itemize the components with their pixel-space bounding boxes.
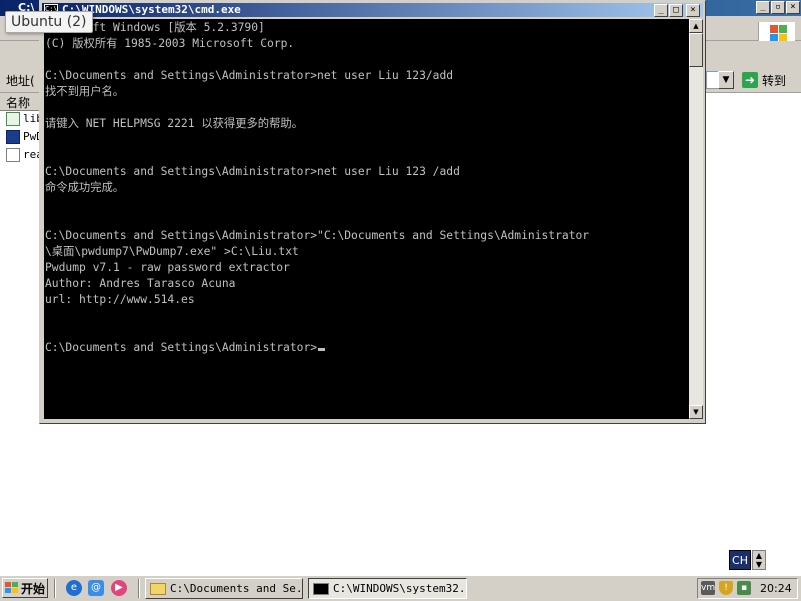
cmd-minimize-button[interactable]: _ [654,4,668,17]
console-line: \桌面\pwdump7\PwDump7.exe" >C:\Liu.txt [45,245,299,258]
console-output[interactable]: Microsoft Windows [版本 5.2.3790] (C) 版权所有… [44,19,689,419]
console-line: url: http://www.514.es [45,293,195,306]
task-label: C:\WINDOWS\system32... [333,582,467,595]
file-icon [6,112,20,126]
column-name-label: 名称 [6,96,31,110]
language-bar[interactable]: CH ▲ ▼ [729,550,766,570]
start-button[interactable]: 开始 [2,578,48,598]
console-line: Author: Andres Tarasco Acuna [45,277,236,290]
taskbar-task-cmd[interactable]: C:\WINDOWS\system32... [308,578,467,599]
network-icon[interactable]: ▪ [737,581,751,595]
taskbar-separator [54,579,56,598]
restore-button[interactable]: ▫ [771,1,785,14]
close-button[interactable]: × [786,1,800,14]
ime-language-indicator[interactable]: CH [729,550,751,570]
console-line: 请键入 NET HELPMSG 2221 以获得更多的帮助。 [45,117,303,130]
console-line: C:\Documents and Settings\Administrator> [45,341,318,354]
system-tray: vm ! ▪ 20:24 [697,578,798,599]
cmd-vertical-scrollbar[interactable]: ▲ ▼ [689,19,703,419]
cmd-icon [313,582,329,595]
console-line: C:\Documents and Settings\Administrator>… [45,69,454,82]
go-button[interactable]: ➜ 转到 [742,70,786,90]
taskbar: 开始 e @ ▶ C:\Documents and Se... C:\WINDO… [0,575,801,601]
outlook-icon[interactable]: @ [88,580,104,596]
media-player-icon[interactable]: ▶ [111,580,127,596]
address-dropdown-button[interactable]: ▼ [718,71,734,89]
console-cursor [318,348,326,351]
console-line: C:\Documents and Settings\Administrator>… [45,165,460,178]
security-shield-icon[interactable]: ! [719,581,733,595]
go-arrow-icon: ➜ [742,72,758,88]
folder-icon [150,582,166,595]
taskbar-separator [138,579,140,598]
start-label: 开始 [21,581,46,596]
console-line: C:\Documents and Settings\Administrator>… [45,229,590,242]
cmd-close-button[interactable]: × [686,4,700,17]
console-line: 命令成功完成。 [45,181,125,194]
taskbar-task-explorer[interactable]: C:\Documents and Se... [145,578,303,599]
address-label: 地址( [6,74,35,88]
scroll-up-arrow-icon[interactable]: ▲ [689,19,703,33]
console-line: 找不到用户名。 [45,85,125,98]
scroll-thumb[interactable] [689,33,703,67]
scroll-down-arrow-icon[interactable]: ▼ [689,405,703,419]
cmd-window: C:\ C:\WINDOWS\system32\cmd.exe _ □ × Mi… [39,0,706,424]
cmd-maximize-button[interactable]: □ [669,4,683,17]
internet-explorer-icon[interactable]: e [66,580,82,596]
task-label: C:\Documents and Se... [170,582,303,595]
exe-icon [6,130,20,144]
ime-options-icon[interactable]: ▲ ▼ [752,550,766,570]
windows-flag-icon [5,582,19,594]
go-label: 转到 [762,73,787,88]
ubuntu-tooltip: Ubuntu (2) [5,11,93,33]
console-line: (C) 版权所有 1985-2003 Microsoft Corp. [45,37,295,50]
vmware-tools-icon[interactable]: vm [701,581,715,595]
console-text: Microsoft Windows [版本 5.2.3790] (C) 版权所有… [45,20,589,356]
cmd-titlebar[interactable]: C:\ C:\WINDOWS\system32\cmd.exe _ □ × [42,3,703,17]
minimize-button[interactable]: _ [756,1,770,14]
console-line: Pwdump v7.1 - raw password extractor [45,261,290,274]
clock[interactable]: 20:24 [760,582,792,595]
text-file-icon [6,148,20,162]
